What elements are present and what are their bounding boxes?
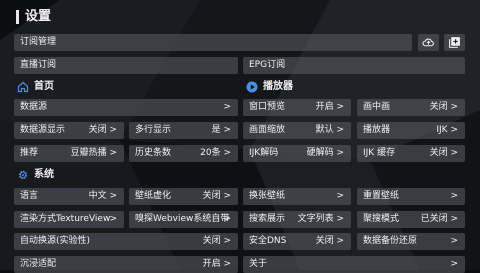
row-value: 中文 > <box>88 191 117 201</box>
row-label: 订阅管理 <box>20 37 57 47</box>
row-value: 关闭 > <box>202 236 231 246</box>
row-label: 画面缩放 <box>249 125 286 135</box>
row-label: 自动换源(实验性) <box>20 236 91 246</box>
row-label: IJK解码 <box>249 148 279 158</box>
row-value: 关闭 > <box>315 236 344 246</box>
multirow-display-row[interactable]: 多行显示 是 > <box>129 122 238 139</box>
row-label: 播放器 <box>363 125 391 135</box>
row-value: IJK > <box>436 125 458 135</box>
row-value: 开启 > <box>202 259 231 269</box>
live-subscription-row[interactable]: 直播订阅 <box>14 57 238 74</box>
subscription-manage-row[interactable]: 订阅管理 <box>14 34 412 51</box>
row-label: 搜索展示 <box>249 214 286 224</box>
row-label: 数据源显示 <box>20 125 66 135</box>
row-label: 直播订阅 <box>20 60 57 70</box>
row-label: 画中画 <box>363 102 391 112</box>
gear-icon <box>18 170 28 180</box>
datasource-display-row[interactable]: 数据源显示 关闭 > <box>14 122 124 139</box>
home-icon <box>17 81 29 93</box>
row-label: 换张壁纸 <box>249 191 286 201</box>
row-label: 语言 <box>20 191 39 201</box>
ijk-decode-row[interactable]: IJK解码 硬解码 > <box>243 145 351 162</box>
picture-in-picture-row[interactable]: 画中画 关闭 > <box>357 99 465 116</box>
player-select-row[interactable]: 播放器 IJK > <box>357 122 465 139</box>
section-title-player: 播放器 <box>263 81 293 92</box>
title-accent-bar <box>16 10 19 24</box>
cloud-upload-button[interactable] <box>418 34 439 51</box>
data-backup-row[interactable]: 数据备份还原 > <box>357 233 465 250</box>
wallpaper-blur-row[interactable]: 壁纸虚化 关闭 > <box>129 188 238 205</box>
row-value: > <box>223 102 231 112</box>
render-mode-row[interactable]: 渲染方式TextureView > <box>14 211 124 228</box>
row-label: IJK 缓存 <box>363 148 396 158</box>
row-label: 推荐 <box>20 148 39 158</box>
auto-switch-source-row[interactable]: 自动换源(实验性) 关闭 > <box>14 233 238 250</box>
epg-subscription-row[interactable]: EPG订阅 <box>243 57 465 74</box>
datasource-row[interactable]: 数据源 > <box>14 99 238 116</box>
row-label: 渲染方式TextureView <box>20 214 111 224</box>
add-subscription-button[interactable] <box>444 34 465 51</box>
row-label: 数据备份还原 <box>363 236 418 246</box>
change-wallpaper-row[interactable]: 换张壁纸 > <box>243 188 351 205</box>
row-label: 关于 <box>249 259 268 269</box>
row-value: 关闭 > <box>202 191 231 201</box>
row-value: 关闭 > <box>429 102 458 112</box>
row-value: 豆瓣热播 > <box>70 148 117 158</box>
row-value: > <box>450 259 458 269</box>
row-value: > <box>109 214 117 224</box>
row-value: 关闭 > <box>429 148 458 158</box>
row-label: 安全DNS <box>249 236 287 246</box>
ijk-cache-row[interactable]: IJK 缓存 关闭 > <box>357 145 465 162</box>
sniff-webview-row[interactable]: 嗅探Webview系统自带 > <box>129 211 238 228</box>
history-count-row[interactable]: 历史条数 20条 > <box>129 145 238 162</box>
reset-wallpaper-row[interactable]: 重置壁纸 > <box>357 188 465 205</box>
play-circle-icon <box>246 81 258 93</box>
row-label: 多行显示 <box>135 125 172 135</box>
about-row[interactable]: 关于 > <box>243 256 465 273</box>
row-value: > <box>336 191 344 201</box>
search-display-row[interactable]: 搜索展示 文字列表 > <box>243 211 351 228</box>
row-value: 开启 > <box>315 102 344 112</box>
row-label: 重置壁纸 <box>363 191 400 201</box>
immersive-adapt-row[interactable]: 沉浸适配 开启 > <box>14 256 238 273</box>
row-value: 20条 > <box>200 148 231 158</box>
row-label: 聚搜模式 <box>363 214 400 224</box>
section-title-home: 首页 <box>34 81 54 92</box>
row-value: > <box>450 236 458 246</box>
row-label: EPG订阅 <box>249 60 286 70</box>
language-row[interactable]: 语言 中文 > <box>14 188 124 205</box>
add-box-icon <box>449 37 460 48</box>
secure-dns-row[interactable]: 安全DNS 关闭 > <box>243 233 351 250</box>
row-value: 已关闭 > <box>420 214 458 224</box>
page-title: 设置 <box>25 9 52 24</box>
row-label: 历史条数 <box>135 148 172 158</box>
row-value: > <box>450 191 458 201</box>
picture-scale-row[interactable]: 画面缩放 默认 > <box>243 122 351 139</box>
recommend-row[interactable]: 推荐 豆瓣热播 > <box>14 145 124 162</box>
row-label: 沉浸适配 <box>20 259 57 269</box>
window-preview-row[interactable]: 窗口预览 开启 > <box>243 99 351 116</box>
row-value: 默认 > <box>315 125 344 135</box>
row-value: 是 > <box>211 125 231 135</box>
row-label: 窗口预览 <box>249 102 286 112</box>
row-label: 壁纸虚化 <box>135 191 172 201</box>
aggregate-search-row[interactable]: 聚搜模式 已关闭 > <box>357 211 465 228</box>
row-value: > <box>223 214 231 224</box>
row-value: 硬解码 > <box>306 148 344 158</box>
section-title-system: 系统 <box>34 169 54 180</box>
row-value: 关闭 > <box>88 125 117 135</box>
row-label: 嗅探Webview系统自带 <box>135 214 230 224</box>
row-label: 数据源 <box>20 102 48 112</box>
row-value: 文字列表 > <box>297 214 344 224</box>
cloud-upload-icon <box>422 38 434 47</box>
